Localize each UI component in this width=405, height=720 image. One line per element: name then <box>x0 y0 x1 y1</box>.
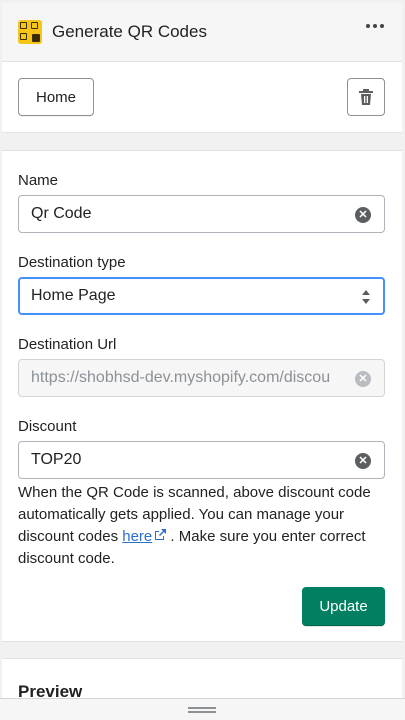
clear-icon: ✕ <box>355 371 371 387</box>
app-title: Generate QR Codes <box>52 22 207 41</box>
destination-url-field: https://shobhsd-dev.myshopify.com/discou… <box>18 359 385 397</box>
select-arrows-icon <box>362 290 370 304</box>
destination-url-label: Destination Url <box>18 336 117 353</box>
name-value: Qr Code <box>31 205 92 222</box>
discount-value: TOP20 <box>31 451 82 468</box>
manage-discounts-link[interactable]: here <box>122 528 152 545</box>
discount-help-text: When the QR Code is scanned, above disco… <box>18 484 371 567</box>
toolbar-card: Home <box>2 62 402 133</box>
app-header: Generate QR Codes <box>2 3 402 62</box>
bottom-sheet-bar <box>0 698 405 720</box>
destination-type-value: Home Page <box>31 287 116 304</box>
clear-icon[interactable]: ✕ <box>355 207 371 223</box>
drag-handle-icon[interactable] <box>188 707 216 713</box>
more-horizontal-icon[interactable] <box>366 24 384 28</box>
qr-app-icon <box>18 20 42 44</box>
update-button[interactable]: Update <box>302 587 385 626</box>
trash-icon <box>359 89 373 105</box>
name-label: Name <box>18 172 59 189</box>
discount-label: Discount <box>18 418 77 435</box>
destination-type-label: Destination type <box>18 254 126 271</box>
clear-icon[interactable]: ✕ <box>355 453 371 469</box>
name-field[interactable]: Qr Code ✕ <box>18 195 385 233</box>
external-link-icon <box>155 529 167 540</box>
discount-field[interactable]: TOP20 ✕ <box>18 441 385 479</box>
destination-url-value: https://shobhsd-dev.myshopify.com/discou <box>31 369 331 386</box>
delete-button[interactable] <box>347 78 385 116</box>
home-button[interactable]: Home <box>18 78 94 116</box>
qr-form-card: Name Qr Code ✕ Destination type Home Pag… <box>2 150 402 642</box>
destination-type-select[interactable]: Home Page <box>18 277 385 315</box>
